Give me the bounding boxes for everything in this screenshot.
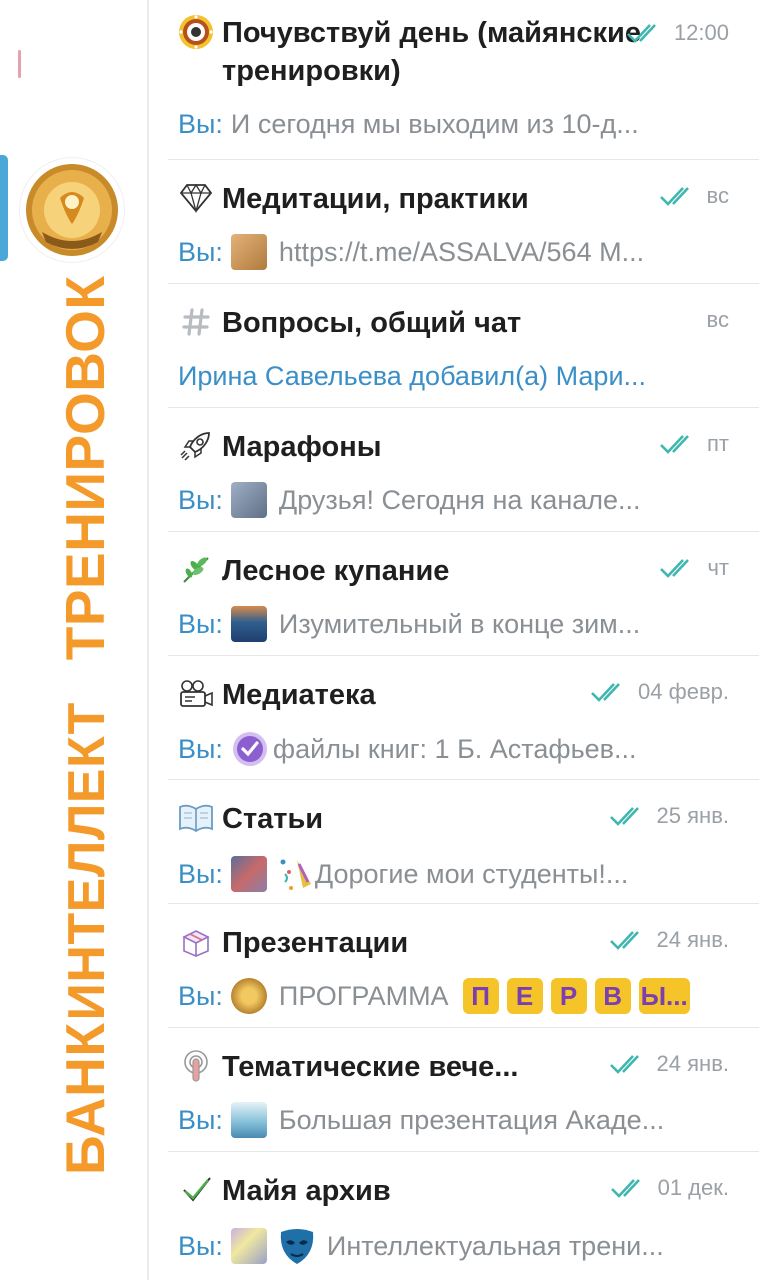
chat-time: чт [707, 555, 729, 580]
chat-time: 12:00 [673, 20, 729, 45]
banner-trainings: ТРЕНИРОВОК [54, 275, 116, 661]
sender-label: Вы: [178, 237, 223, 267]
double-check-icon [609, 931, 639, 950]
channel-avatar[interactable] [20, 158, 124, 262]
sender-label: Вы: [178, 981, 223, 1011]
message-preview: Ирина Савельева добавил(а) Мари... [178, 361, 647, 391]
sender-label: Вы: [178, 109, 223, 139]
sun-mandala-icon [178, 14, 214, 50]
folder-sidebar: БАНКИНТЕЛЛЕКТ ТРЕНИРОВОК [0, 0, 147, 1280]
double-check-icon [609, 1055, 639, 1074]
double-check-icon [591, 683, 620, 702]
chat-title: Вопросы, общий чат [222, 307, 522, 339]
banner-intellect: ИНТЕЛЛЕКТ [58, 702, 116, 1021]
chat-time: вс [706, 183, 729, 208]
folder-indicator [18, 50, 21, 78]
chat-title: Марафоны [222, 431, 382, 463]
chat-time: вс [706, 307, 729, 332]
chat-row[interactable]: Марафоны пт Вы: Друзья! Сегодня на канал… [168, 408, 759, 532]
mask-icon [280, 1229, 314, 1264]
chat-row[interactable]: Майя архив 01 дек. Вы: Интеллектуальная … [168, 1152, 759, 1276]
rocket-icon [178, 428, 214, 464]
media-thumbnail [230, 1228, 267, 1264]
sender-label: Вы: [178, 734, 223, 764]
message-preview: Большая презентация Акаде... [278, 1105, 665, 1135]
sender-label: Вы: [178, 1231, 223, 1261]
message-preview: Интеллектуальная трени... [326, 1231, 664, 1261]
message-preview: Дорогие мои студенты!... [314, 859, 629, 889]
double-check-icon [660, 435, 689, 454]
chat-row[interactable]: Статьи 25 янв. Вы: Дорогие мои студенты!… [168, 780, 759, 904]
chat-row[interactable]: Почувствуй день (майянские тренировки) 1… [168, 0, 759, 160]
chat-row[interactable]: Презентации 24 янв. Вы: ПРОГРАММА П Е Р … [168, 904, 759, 1028]
double-check-icon [660, 559, 690, 578]
sender-label: Вы: [178, 609, 223, 639]
open-book-icon [178, 800, 214, 836]
bank-banner: БАНКИНТЕЛЛЕКТ ТРЕНИРОВОК [54, 276, 116, 1175]
chat-row[interactable]: Медиатека 04 февр. Вы: файлы книг: 1 Б. … [168, 656, 759, 780]
double-check-icon [609, 807, 639, 826]
media-thumbnail [230, 482, 267, 518]
chat-row[interactable]: Медитации, практики вс Вы: https://t.me/… [168, 160, 759, 284]
chat-time: 25 янв. [656, 803, 729, 828]
chat-time: 24 янв. [656, 1051, 729, 1076]
herb-icon [178, 552, 214, 588]
message-preview: файлы книг: 1 Б. Астафьев... [272, 734, 637, 764]
media-thumbnail [230, 856, 267, 892]
media-thumbnail [230, 606, 267, 642]
verified-check-icon [232, 732, 267, 766]
chat-time: 04 февр. [638, 679, 729, 704]
media-thumbnail [230, 978, 267, 1014]
message-preview: Друзья! Сегодня на канале... [278, 485, 641, 515]
chat-row[interactable]: Вопросы, общий чат вс Ирина Савельева до… [168, 284, 759, 408]
message-preview: ПРОГРАММА [278, 981, 449, 1011]
chat-row[interactable]: Лесное купание чт Вы: Изумительный в кон… [168, 532, 759, 656]
message-preview: Изумительный в конце зим... [278, 609, 641, 639]
party-popper-icon [280, 859, 311, 890]
active-folder-marker [0, 155, 8, 261]
sender-label: Вы: [178, 1105, 223, 1135]
sender-label: Вы: [178, 859, 223, 889]
styled-letters: П Е Р В Ы... [462, 978, 690, 1014]
podcast-icon [178, 1048, 214, 1084]
film-projector-icon [178, 676, 214, 712]
check-mark-icon [178, 1172, 214, 1208]
sender-label: Вы: [178, 485, 223, 515]
banner-bank: БАНК [54, 1022, 116, 1175]
diamond-icon [178, 180, 214, 216]
chat-title: Лесное купание [222, 555, 450, 587]
media-thumbnail [230, 234, 267, 270]
message-preview: И сегодня мы выходим из 10-д... [230, 109, 639, 139]
chat-time: 01 дек. [657, 1175, 729, 1200]
media-thumbnail [230, 1102, 267, 1138]
hash-icon [178, 304, 214, 340]
sidebar-divider [147, 0, 149, 1280]
chat-time: 24 янв. [656, 927, 729, 952]
double-check-icon [659, 187, 689, 206]
chat-time: пт [707, 431, 729, 456]
chat-title: Медитации, практики [222, 183, 529, 215]
gift-box-icon [178, 924, 214, 960]
double-check-icon [610, 1179, 640, 1198]
chat-list: Почувствуй день (майянские тренировки) 1… [168, 0, 759, 1276]
chat-row[interactable]: Тематические вече... 24 янв. Вы: Большая… [168, 1028, 759, 1152]
message-preview: https://t.me/ASSALVA/564 M... [278, 237, 645, 267]
double-check-icon [627, 24, 656, 43]
